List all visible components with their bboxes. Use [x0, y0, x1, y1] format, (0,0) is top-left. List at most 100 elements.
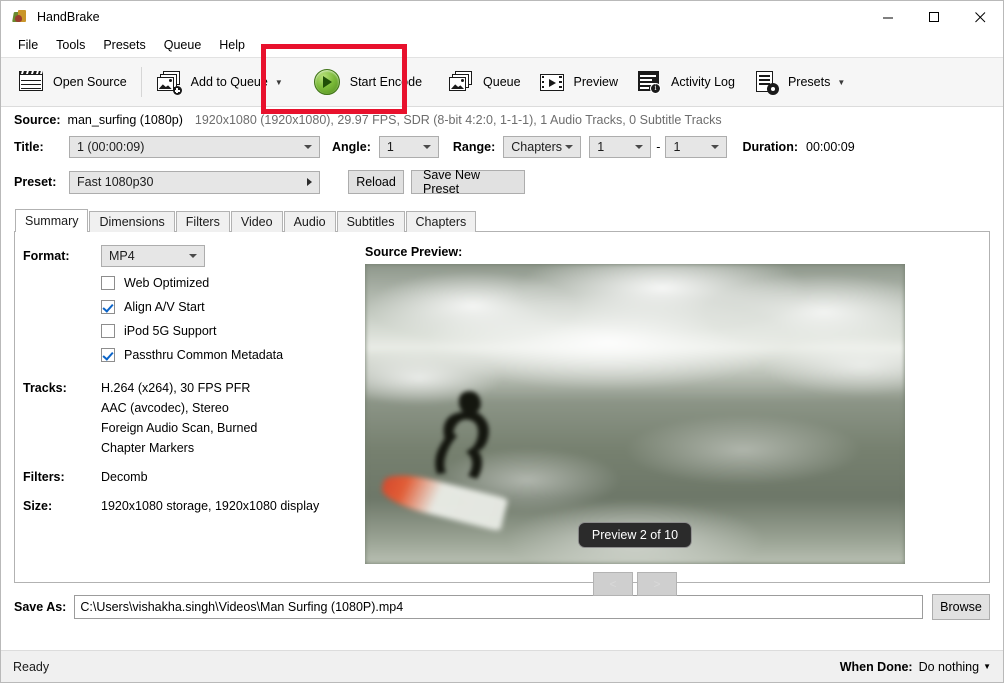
size-value: 1920x1080 storage, 1920x1080 display	[101, 499, 320, 513]
main-toolbar: Open Source Add to Queue ▼ Start Encode …	[1, 44, 1003, 114]
web-optimized-row[interactable]: Web Optimized	[101, 271, 353, 295]
handbrake-window: HandBrake File Tools Presets Queue Help	[0, 0, 1004, 683]
preset-row: Preset: Fast 1080p30 Reload Save New Pre…	[1, 167, 1003, 197]
duration-label: Duration:	[742, 140, 798, 154]
source-preview-label: Source Preview:	[365, 245, 463, 259]
save-as-row: Save As: C:\Users\vishakha.singh\Videos\…	[1, 594, 1003, 620]
filters-label: Filters:	[23, 470, 65, 484]
tab-chapters[interactable]: Chapters	[405, 211, 477, 232]
tab-subtitles[interactable]: Subtitles	[336, 211, 405, 232]
title-bar: HandBrake	[1, 1, 1003, 33]
title-select[interactable]: 1 (00:00:09)	[69, 136, 320, 158]
filmstrip-icon	[539, 69, 565, 95]
passthru-metadata-row[interactable]: Passthru Common Metadata	[101, 343, 353, 367]
duration-value: 00:00:09	[806, 140, 855, 154]
when-done-value: Do nothing	[918, 659, 980, 674]
menu-queue[interactable]: Queue	[155, 35, 211, 55]
tab-summary[interactable]: Summary	[15, 209, 89, 232]
tab-audio[interactable]: Audio	[283, 211, 336, 232]
size-row: Size: 1920x1080 storage, 1920x1080 displ…	[23, 496, 353, 513]
add-to-queue-label: Add to Queue	[190, 75, 268, 89]
web-optimized-checkbox[interactable]	[101, 276, 115, 290]
chevron-down-icon[interactable]: ▼	[983, 662, 991, 671]
range-type-select[interactable]: Chapters	[503, 136, 582, 158]
menu-file[interactable]: File	[9, 35, 47, 55]
preview-button[interactable]: Preview	[530, 61, 627, 103]
save-as-input[interactable]: C:\Users\vishakha.singh\Videos\Man Surfi…	[74, 595, 923, 619]
queue-label: Queue	[483, 75, 521, 89]
presets-chevron-down-icon[interactable]: ▼	[837, 78, 845, 87]
range-dash: -	[656, 140, 661, 154]
status-bar: Ready When Done: Do nothing ▼	[1, 650, 1003, 682]
source-meta: 1920x1080 (1920x1080), 29.97 FPS, SDR (8…	[194, 113, 722, 127]
browse-button[interactable]: Browse	[932, 594, 990, 620]
add-to-queue-icon	[156, 69, 182, 95]
track-item: H.264 (x264), 30 FPS PFR	[101, 381, 251, 395]
title-label: Title:	[14, 140, 44, 154]
ipod-5g-support-row[interactable]: iPod 5G Support	[101, 319, 353, 343]
save-new-preset-button[interactable]: Save New Preset	[411, 168, 525, 196]
status-text: Ready	[13, 659, 50, 674]
close-icon[interactable]	[957, 1, 1003, 33]
passthru-metadata-checkbox[interactable]	[101, 348, 115, 362]
menu-presets[interactable]: Presets	[94, 35, 154, 55]
chevron-right-icon	[307, 178, 312, 186]
angle-label: Angle:	[332, 140, 371, 154]
preset-label: Preset:	[14, 175, 57, 189]
track-item: Chapter Markers	[101, 441, 195, 455]
preset-select[interactable]: Fast 1080p30	[69, 170, 320, 194]
summary-left-column: Format: MP4 Web Optimized Align A/V Star…	[23, 245, 353, 596]
source-info-row: Source: man_surfing (1080p) 1920x1080 (1…	[1, 107, 1003, 132]
range-label: Range:	[452, 140, 496, 154]
queue-button[interactable]: Queue	[439, 61, 530, 103]
align-av-start-row[interactable]: Align A/V Start	[101, 295, 353, 319]
passthru-metadata-label: Passthru Common Metadata	[124, 348, 284, 362]
presets-button[interactable]: Presets ▼	[744, 61, 854, 103]
preview-next-button[interactable]: >	[637, 572, 677, 596]
chevron-down-icon[interactable]: ▼	[275, 78, 283, 87]
activity-log-button[interactable]: Activity Log	[627, 61, 744, 103]
tab-filters[interactable]: Filters	[175, 211, 230, 232]
chevron-down-icon	[565, 145, 574, 149]
tab-dimensions[interactable]: Dimensions	[89, 211, 175, 232]
when-done-control[interactable]: When Done: Do nothing ▼	[840, 660, 991, 674]
presets-label: Presets	[787, 75, 831, 89]
align-av-start-checkbox[interactable]	[101, 300, 115, 314]
add-to-queue-button[interactable]: Add to Queue ▼	[147, 61, 292, 103]
tab-video[interactable]: Video	[230, 211, 283, 232]
range-type-value: Chapters	[511, 140, 562, 154]
range-start-select[interactable]: 1	[589, 136, 652, 158]
format-label: Format:	[23, 249, 70, 263]
source-preview-image[interactable]: Preview 2 of 10	[365, 264, 905, 564]
summary-panel: Format: MP4 Web Optimized Align A/V Star…	[14, 231, 990, 596]
minimize-icon[interactable]	[865, 1, 911, 33]
angle-select-value: 1	[386, 140, 394, 154]
start-encode-button[interactable]: Start Encode	[304, 61, 431, 103]
size-label: Size:	[23, 499, 53, 513]
save-as-path-value: C:\Users\vishakha.singh\Videos\Man Surfi…	[80, 600, 404, 614]
chevron-down-icon	[711, 145, 720, 149]
preview-prev-button[interactable]: <	[593, 572, 633, 596]
menu-tools[interactable]: Tools	[47, 35, 94, 55]
preview-label: Preview	[573, 75, 619, 89]
angle-select[interactable]: 1	[378, 136, 439, 158]
preset-select-value: Fast 1080p30	[77, 175, 154, 189]
web-optimized-label: Web Optimized	[124, 276, 210, 290]
play-icon	[313, 68, 341, 96]
reload-button[interactable]: Reload	[348, 170, 404, 194]
handbrake-pineapple-icon	[12, 9, 28, 25]
menu-help[interactable]: Help	[210, 35, 254, 55]
open-source-button[interactable]: Open Source	[9, 61, 136, 103]
range-end-select[interactable]: 1	[665, 136, 728, 158]
maximize-icon[interactable]	[911, 1, 957, 33]
toolbar-separator	[140, 67, 142, 97]
format-select-value: MP4	[109, 249, 135, 263]
chevron-down-icon	[635, 145, 644, 149]
range-end-value: 1	[673, 140, 681, 154]
preview-column: Source Preview: Preview 2 of 10 < >	[365, 245, 905, 596]
format-select[interactable]: MP4	[101, 245, 205, 267]
activity-log-label: Activity Log	[671, 75, 735, 89]
tracks-row: Tracks: H.264 (x264), 30 FPS PFR AAC (av…	[23, 378, 353, 455]
window-controls	[865, 1, 1003, 33]
ipod-5g-support-checkbox[interactable]	[101, 324, 115, 338]
